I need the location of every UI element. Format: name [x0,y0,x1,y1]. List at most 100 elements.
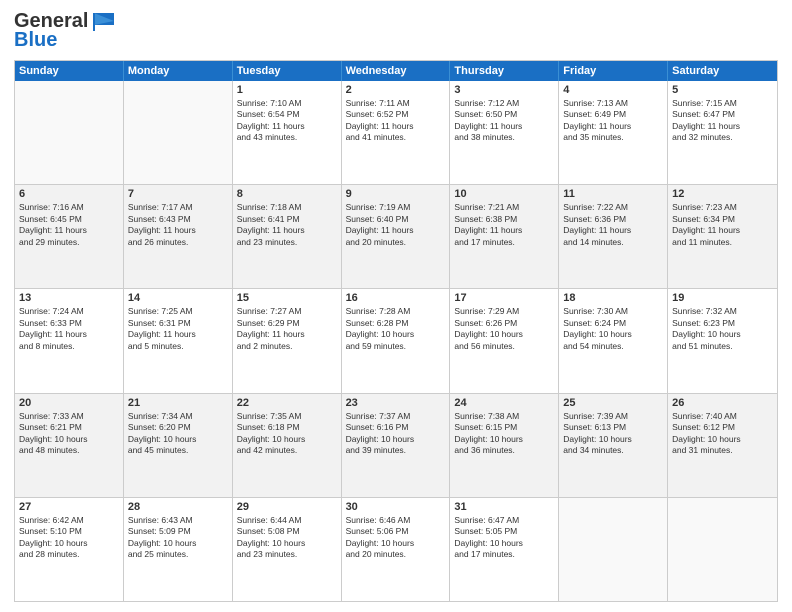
calendar-body: 1Sunrise: 7:10 AMSunset: 6:54 PMDaylight… [15,81,777,601]
day-cell-8: 8Sunrise: 7:18 AMSunset: 6:41 PMDaylight… [233,185,342,288]
day-cell-2: 2Sunrise: 7:11 AMSunset: 6:52 PMDaylight… [342,81,451,184]
sunrise-line: Sunrise: 7:15 AM [672,98,773,109]
day-number: 21 [128,397,228,409]
daylight-line: Daylight: 10 hours [563,329,663,340]
day-cell-16: 16Sunrise: 7:28 AMSunset: 6:28 PMDayligh… [342,289,451,392]
day-number: 9 [346,188,446,200]
sunset-line: Sunset: 6:36 PM [563,214,663,225]
empty-cell [559,498,668,601]
daylight-line: and 38 minutes. [454,132,554,143]
daylight-line: and 29 minutes. [19,237,119,248]
daylight-line: and 41 minutes. [346,132,446,143]
daylight-line: Daylight: 10 hours [672,434,773,445]
sunset-line: Sunset: 6:20 PM [128,422,228,433]
daylight-line: and 23 minutes. [237,549,337,560]
sunrise-line: Sunrise: 6:46 AM [346,515,446,526]
daylight-line: and 11 minutes. [672,237,773,248]
daylight-line: Daylight: 11 hours [672,225,773,236]
daylight-line: and 26 minutes. [128,237,228,248]
day-number: 13 [19,292,119,304]
sunrise-line: Sunrise: 6:47 AM [454,515,554,526]
sunset-line: Sunset: 6:29 PM [237,318,337,329]
day-cell-24: 24Sunrise: 7:38 AMSunset: 6:15 PMDayligh… [450,394,559,497]
sunrise-line: Sunrise: 7:18 AM [237,202,337,213]
day-number: 14 [128,292,228,304]
day-cell-4: 4Sunrise: 7:13 AMSunset: 6:49 PMDaylight… [559,81,668,184]
day-number: 15 [237,292,337,304]
sunrise-line: Sunrise: 7:12 AM [454,98,554,109]
daylight-line: Daylight: 11 hours [237,329,337,340]
daylight-line: Daylight: 11 hours [672,121,773,132]
daylight-line: Daylight: 11 hours [454,121,554,132]
daylight-line: and 2 minutes. [237,341,337,352]
day-cell-29: 29Sunrise: 6:44 AMSunset: 5:08 PMDayligh… [233,498,342,601]
sunset-line: Sunset: 6:49 PM [563,109,663,120]
sunset-line: Sunset: 6:41 PM [237,214,337,225]
day-cell-3: 3Sunrise: 7:12 AMSunset: 6:50 PMDaylight… [450,81,559,184]
sunrise-line: Sunrise: 7:30 AM [563,306,663,317]
day-cell-21: 21Sunrise: 7:34 AMSunset: 6:20 PMDayligh… [124,394,233,497]
daylight-line: Daylight: 11 hours [128,329,228,340]
sunrise-line: Sunrise: 7:32 AM [672,306,773,317]
daylight-line: and 20 minutes. [346,237,446,248]
day-cell-28: 28Sunrise: 6:43 AMSunset: 5:09 PMDayligh… [124,498,233,601]
sunset-line: Sunset: 6:45 PM [19,214,119,225]
daylight-line: Daylight: 10 hours [346,538,446,549]
daylight-line: and 28 minutes. [19,549,119,560]
sunrise-line: Sunrise: 7:16 AM [19,202,119,213]
sunrise-line: Sunrise: 7:23 AM [672,202,773,213]
day-cell-5: 5Sunrise: 7:15 AMSunset: 6:47 PMDaylight… [668,81,777,184]
sunrise-line: Sunrise: 7:25 AM [128,306,228,317]
sunset-line: Sunset: 6:12 PM [672,422,773,433]
empty-cell [15,81,124,184]
day-cell-27: 27Sunrise: 6:42 AMSunset: 5:10 PMDayligh… [15,498,124,601]
header-day-friday: Friday [559,61,668,81]
daylight-line: Daylight: 10 hours [237,538,337,549]
sunrise-line: Sunrise: 6:44 AM [237,515,337,526]
day-cell-31: 31Sunrise: 6:47 AMSunset: 5:05 PMDayligh… [450,498,559,601]
day-cell-12: 12Sunrise: 7:23 AMSunset: 6:34 PMDayligh… [668,185,777,288]
daylight-line: Daylight: 10 hours [672,329,773,340]
daylight-line: and 51 minutes. [672,341,773,352]
day-cell-13: 13Sunrise: 7:24 AMSunset: 6:33 PMDayligh… [15,289,124,392]
day-cell-30: 30Sunrise: 6:46 AMSunset: 5:06 PMDayligh… [342,498,451,601]
sunset-line: Sunset: 6:40 PM [346,214,446,225]
daylight-line: Daylight: 11 hours [346,225,446,236]
day-number: 22 [237,397,337,409]
sunrise-line: Sunrise: 7:17 AM [128,202,228,213]
header-day-monday: Monday [124,61,233,81]
sunrise-line: Sunrise: 7:35 AM [237,411,337,422]
sunset-line: Sunset: 6:23 PM [672,318,773,329]
sunrise-line: Sunrise: 7:11 AM [346,98,446,109]
daylight-line: Daylight: 10 hours [454,329,554,340]
day-cell-17: 17Sunrise: 7:29 AMSunset: 6:26 PMDayligh… [450,289,559,392]
day-number: 7 [128,188,228,200]
sunset-line: Sunset: 6:26 PM [454,318,554,329]
sunset-line: Sunset: 6:31 PM [128,318,228,329]
header-day-thursday: Thursday [450,61,559,81]
daylight-line: and 36 minutes. [454,445,554,456]
sunrise-line: Sunrise: 7:29 AM [454,306,554,317]
day-number: 27 [19,501,119,513]
day-number: 24 [454,397,554,409]
day-cell-6: 6Sunrise: 7:16 AMSunset: 6:45 PMDaylight… [15,185,124,288]
calendar-header: SundayMondayTuesdayWednesdayThursdayFrid… [15,61,777,81]
sunset-line: Sunset: 6:34 PM [672,214,773,225]
day-number: 20 [19,397,119,409]
daylight-line: Daylight: 11 hours [563,225,663,236]
day-number: 19 [672,292,773,304]
daylight-line: and 39 minutes. [346,445,446,456]
sunrise-line: Sunrise: 7:19 AM [346,202,446,213]
sunrise-line: Sunrise: 6:43 AM [128,515,228,526]
sunset-line: Sunset: 6:38 PM [454,214,554,225]
daylight-line: and 32 minutes. [672,132,773,143]
day-cell-25: 25Sunrise: 7:39 AMSunset: 6:13 PMDayligh… [559,394,668,497]
day-number: 16 [346,292,446,304]
sunset-line: Sunset: 6:43 PM [128,214,228,225]
daylight-line: Daylight: 10 hours [128,434,228,445]
daylight-line: Daylight: 10 hours [563,434,663,445]
day-number: 5 [672,84,773,96]
sunrise-line: Sunrise: 7:39 AM [563,411,663,422]
daylight-line: and 25 minutes. [128,549,228,560]
day-number: 10 [454,188,554,200]
